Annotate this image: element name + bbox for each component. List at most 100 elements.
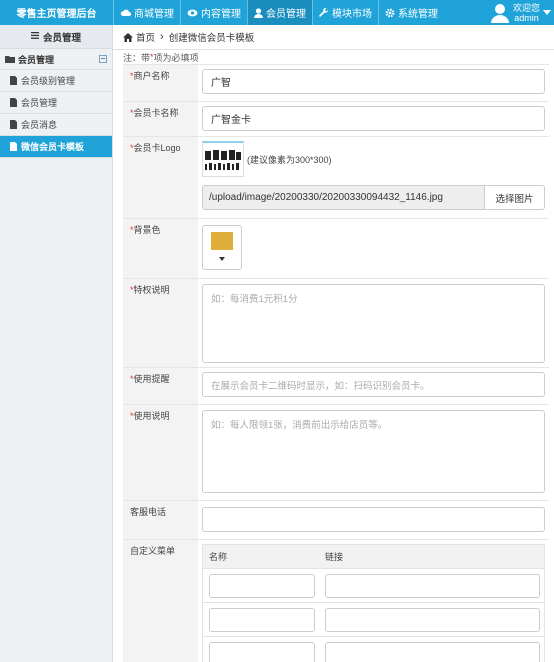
menu-link-input[interactable] bbox=[325, 641, 540, 662]
nav-member[interactable]: 会员管理 bbox=[247, 0, 312, 25]
note-prefix: 注：带 bbox=[123, 52, 151, 63]
sidebar-item-wechat-card-template[interactable]: 微信会员卡模板 bbox=[0, 136, 112, 158]
row-card-name: *会员卡名称 广智金卡 bbox=[123, 101, 549, 136]
row-custom-menu: 自定义菜单 名称 链接 bbox=[123, 539, 549, 662]
nav-system[interactable]: 系统管理 bbox=[378, 0, 444, 25]
logo-label-text: 会员卡Logo bbox=[133, 143, 181, 153]
gear-icon bbox=[385, 8, 395, 18]
bg-color-label-text: 背景色 bbox=[133, 225, 161, 235]
breadcrumb-current: 创建微信会员卡模板 bbox=[168, 33, 255, 44]
service-phone-input[interactable] bbox=[202, 507, 545, 532]
avatar-icon bbox=[490, 3, 509, 23]
bg-color-picker[interactable] bbox=[202, 225, 242, 270]
nav-mall-label: 商城管理 bbox=[134, 9, 174, 20]
bg-color-swatch bbox=[211, 232, 233, 250]
instructions-label-text: 使用说明 bbox=[133, 411, 170, 421]
sidebar-item-member-message[interactable]: 会员消息 bbox=[0, 114, 112, 136]
sidebar-item-label: 会员消息 bbox=[21, 120, 58, 130]
reminder-label-text: 使用提醒 bbox=[133, 374, 170, 384]
brand-title[interactable]: 零售主页管理后台 bbox=[0, 0, 113, 25]
user-menu[interactable]: 欢迎您 admin bbox=[490, 0, 540, 25]
card-name-input[interactable]: 广智金卡 bbox=[202, 106, 545, 131]
sidebar: 会员管理 会员管理 − 会员级别管理 会员管理 会员消息 微信会员卡模板 bbox=[0, 25, 113, 662]
custom-menu-row bbox=[203, 603, 544, 637]
file-icon bbox=[10, 76, 17, 85]
instructions-label: *使用说明 bbox=[123, 405, 198, 500]
privilege-textarea[interactable]: 如：每消费1元积1分 bbox=[202, 284, 545, 363]
user-icon bbox=[254, 7, 263, 18]
sidebar-item-member-manage[interactable]: 会员管理 bbox=[0, 92, 112, 114]
nav-mall[interactable]: 商城管理 bbox=[113, 0, 180, 25]
nav-modules[interactable]: 模块市场 bbox=[312, 0, 378, 25]
row-service-phone: 客服电话 bbox=[123, 500, 549, 539]
menu-name-input[interactable] bbox=[209, 641, 315, 662]
list-icon bbox=[30, 31, 39, 42]
menu-link-input[interactable] bbox=[325, 607, 540, 632]
main-nav: 商城管理 内容管理 会员管理 模块市场 系统管理 bbox=[113, 0, 444, 25]
merchant-input[interactable]: 广智 bbox=[202, 69, 545, 94]
sidebar-item-label: 会员管理 bbox=[21, 98, 58, 108]
nav-member-label: 会员管理 bbox=[266, 9, 306, 20]
col-name-header: 名称 bbox=[209, 552, 228, 562]
sidebar-header-label: 会员管理 bbox=[42, 32, 81, 44]
caret-down-icon bbox=[219, 257, 225, 261]
bg-color-label: *背景色 bbox=[123, 219, 198, 278]
breadcrumb-home[interactable]: 首页 bbox=[136, 30, 155, 44]
sidebar-header: 会员管理 bbox=[0, 25, 112, 49]
user-dropdown-caret-icon[interactable] bbox=[540, 0, 554, 25]
home-icon bbox=[123, 32, 133, 42]
sidebar-item-label: 微信会员卡模板 bbox=[21, 142, 85, 152]
custom-menu-label: 自定义菜单 bbox=[123, 540, 198, 662]
privilege-label: *特权说明 bbox=[123, 279, 198, 367]
user-greeting: 欢迎您 bbox=[512, 2, 540, 13]
top-bar: 零售主页管理后台 商城管理 内容管理 会员管理 模块市场 系统管理 欢迎您 ad… bbox=[0, 0, 554, 25]
menu-link-input[interactable] bbox=[325, 573, 540, 598]
menu-name-input[interactable] bbox=[209, 573, 315, 598]
merchant-label: *商户名称 bbox=[123, 65, 198, 101]
logo-path-input[interactable]: /upload/image/20200330/20200330094432_11… bbox=[202, 185, 485, 210]
card-template-form: *商户名称 广智 *会员卡名称 广智金卡 *会员卡Logo (建议像素为300*… bbox=[123, 64, 549, 662]
menu-name-input[interactable] bbox=[209, 607, 315, 632]
reminder-input[interactable]: 在展示会员卡二维码时显示，如：扫码识别会员卡。 bbox=[202, 372, 545, 397]
row-logo: *会员卡Logo (建议像素为300*300) /upload/image/20… bbox=[123, 136, 549, 218]
row-instructions: *使用说明 如：每人限领1张，消费前出示给店员等。 bbox=[123, 404, 549, 500]
folder-icon bbox=[5, 55, 15, 63]
note-suffix: 项为必填项 bbox=[153, 52, 199, 63]
sidebar-group-label: 会员管理 bbox=[18, 54, 55, 65]
row-merchant: *商户名称 广智 bbox=[123, 64, 549, 101]
custom-menu-header: 名称 链接 bbox=[203, 545, 544, 569]
custom-menu-table: 名称 链接 bbox=[202, 544, 545, 662]
user-text: 欢迎您 admin bbox=[513, 3, 540, 23]
logo-label: *会员卡Logo bbox=[123, 137, 198, 218]
custom-menu-row bbox=[203, 637, 544, 662]
service-phone-label: 客服电话 bbox=[123, 501, 198, 539]
instructions-textarea[interactable]: 如：每人限领1张，消费前出示给店员等。 bbox=[202, 410, 545, 493]
logo-path-group: /upload/image/20200330/20200330094432_11… bbox=[202, 185, 545, 210]
logo-preview-image bbox=[202, 141, 244, 177]
row-bg-color: *背景色 bbox=[123, 218, 549, 278]
choose-image-button[interactable]: 选择图片 bbox=[485, 185, 545, 210]
collapse-icon[interactable]: − bbox=[99, 55, 107, 63]
file-icon bbox=[10, 120, 17, 129]
required-note: 注：带 * 项为必填项 bbox=[113, 50, 554, 64]
breadcrumb: 首页 › 创建微信会员卡模板 bbox=[113, 25, 554, 50]
merchant-label-text: 商户名称 bbox=[133, 71, 170, 81]
nav-modules-label: 模块市场 bbox=[332, 9, 372, 20]
nav-content-label: 内容管理 bbox=[201, 9, 241, 20]
custom-menu-row bbox=[203, 569, 544, 603]
col-link-header: 链接 bbox=[325, 552, 344, 562]
sidebar-item-member-level[interactable]: 会员级别管理 bbox=[0, 70, 112, 92]
reminder-label: *使用提醒 bbox=[123, 368, 198, 404]
nav-content[interactable]: 内容管理 bbox=[180, 0, 247, 25]
eye-icon bbox=[187, 9, 198, 17]
cloud-icon bbox=[120, 8, 131, 17]
main-content: 首页 › 创建微信会员卡模板 注：带 * 项为必填项 *商户名称 广智 *会员卡名称… bbox=[113, 25, 554, 662]
file-icon bbox=[10, 98, 17, 107]
privilege-label-text: 特权说明 bbox=[133, 285, 170, 295]
sidebar-group-member[interactable]: 会员管理 − bbox=[0, 49, 112, 70]
wrench-icon bbox=[319, 7, 329, 18]
nav-system-label: 系统管理 bbox=[398, 9, 438, 20]
user-name: admin bbox=[514, 12, 539, 23]
card-name-label-text: 会员卡名称 bbox=[133, 108, 179, 118]
file-icon bbox=[10, 142, 17, 151]
